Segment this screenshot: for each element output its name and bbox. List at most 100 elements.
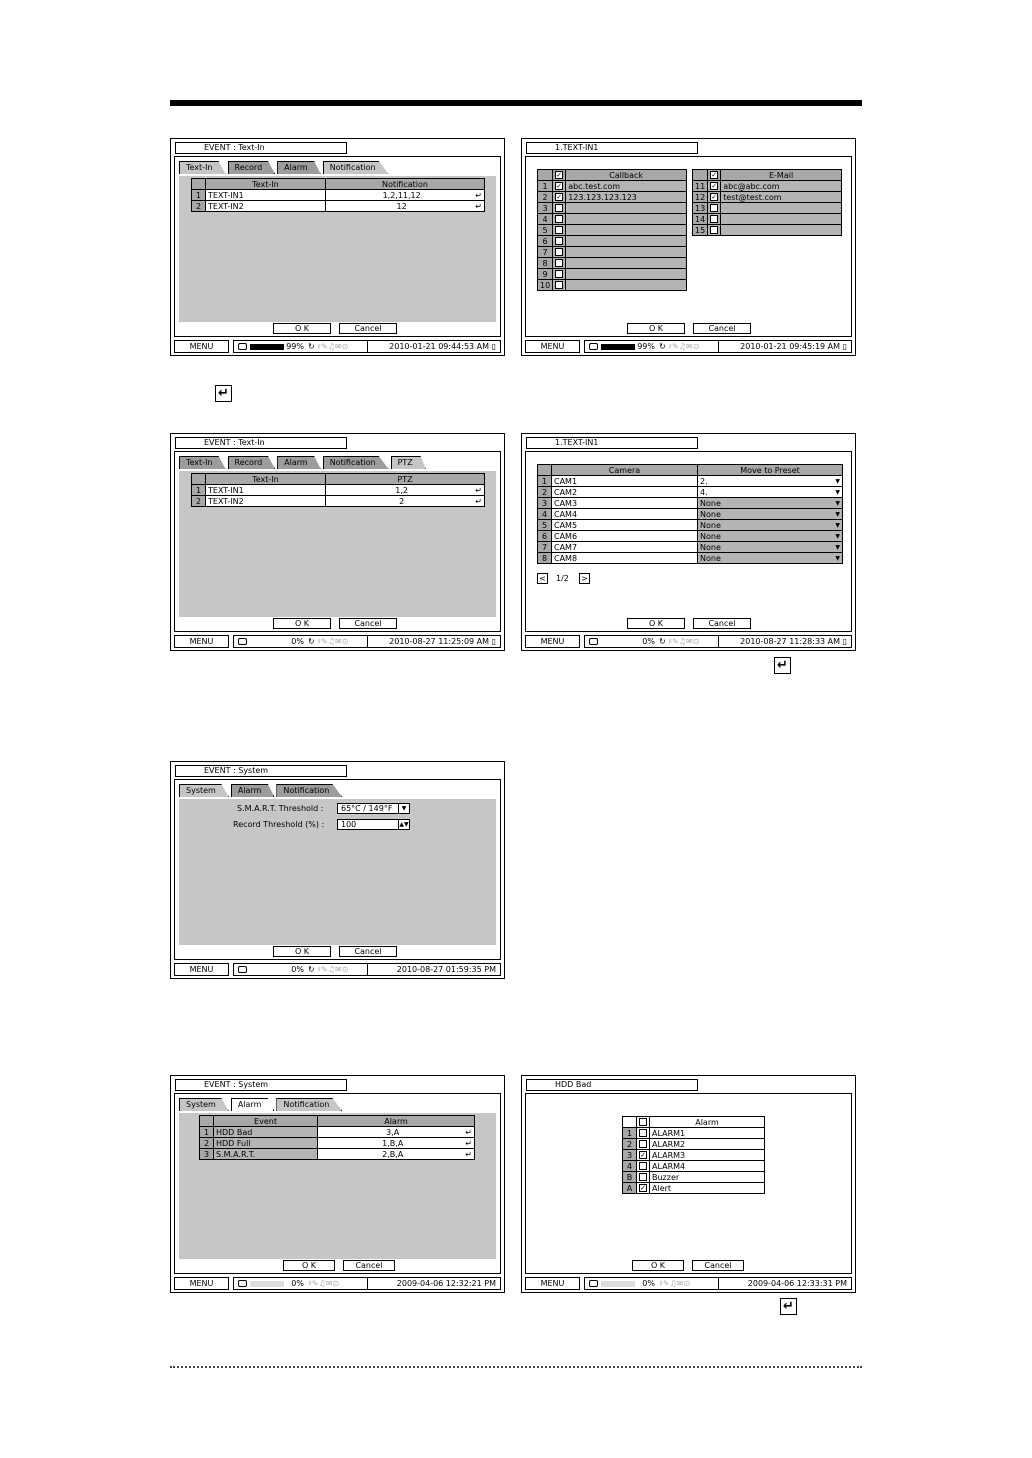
table-row[interactable]: 2 HDD Full 1,B,A ↵ (199, 1137, 475, 1149)
table-row[interactable]: 6 CAM6 None ▼ (537, 530, 843, 542)
select-all-checkbox-cell[interactable]: ✓ (552, 169, 567, 181)
table-row[interactable]: 4 CAM4 None ▼ (537, 508, 843, 520)
tab-ptz[interactable]: PTZ (390, 456, 426, 469)
table-row[interactable]: 1 TEXT-IN1 1,2 ↵ (191, 484, 485, 496)
row-checkbox[interactable] (555, 248, 564, 256)
select-all-checkbox-cell[interactable]: ✓ (707, 169, 722, 181)
row-checkbox[interactable]: ✓ (639, 1151, 647, 1159)
table-row[interactable]: 2 TEXT-IN2 12 ↵ (191, 200, 485, 212)
menu-button[interactable]: MENU (525, 340, 580, 353)
select-all-checkbox[interactable] (639, 1118, 647, 1126)
tab-notification[interactable]: Notification (276, 1098, 343, 1111)
menu-button[interactable]: MENU (525, 1277, 580, 1290)
menu-button[interactable]: MENU (174, 1277, 229, 1290)
table-row[interactable]: 1 ✓ abc.test.com (536, 180, 687, 192)
row-notification-cell[interactable]: 12 ↵ (325, 200, 485, 212)
table-row[interactable]: 12 ✓ test@test.com (691, 191, 842, 203)
menu-button[interactable]: MENU (174, 963, 229, 976)
chevron-down-icon[interactable]: ▼ (835, 543, 840, 552)
row-checkbox-cell[interactable] (707, 202, 722, 214)
row-checkbox-cell[interactable]: ✓ (552, 191, 567, 203)
chevron-down-icon[interactable]: ▼ (835, 488, 840, 497)
chevron-down-icon[interactable]: ▼ (835, 521, 840, 530)
enter-icon[interactable]: ↵ (465, 1139, 472, 1148)
cancel-button[interactable]: Cancel (339, 323, 397, 334)
table-row[interactable]: 6 (536, 235, 687, 247)
row-checkbox-cell[interactable] (552, 279, 567, 291)
row-checkbox[interactable] (710, 215, 719, 223)
row-checkbox-cell[interactable] (552, 268, 567, 280)
row-checkbox[interactable] (555, 215, 564, 223)
row-checkbox[interactable] (710, 204, 719, 212)
row-checkbox-cell[interactable] (636, 1138, 650, 1150)
row-checkbox[interactable] (555, 281, 564, 289)
chevron-down-icon[interactable]: ▼ (835, 477, 840, 486)
table-row[interactable]: 7 CAM7 None ▼ (537, 541, 843, 553)
row-preset-select[interactable]: None ▼ (697, 508, 843, 520)
table-row[interactable]: 4 (536, 213, 687, 225)
enter-icon[interactable]: ↵ (465, 1150, 472, 1159)
row-alarm-cell[interactable]: 3,A ↵ (317, 1126, 475, 1138)
cancel-button[interactable]: Cancel (339, 618, 397, 629)
row-preset-select[interactable]: None ▼ (697, 497, 843, 509)
row-preset-select[interactable]: None ▼ (697, 552, 843, 564)
row-checkbox-cell[interactable] (707, 224, 722, 236)
row-checkbox-cell[interactable] (552, 246, 567, 258)
row-checkbox-cell[interactable]: ✓ (707, 191, 722, 203)
row-checkbox[interactable]: ✓ (639, 1184, 647, 1192)
ok-button[interactable]: O K (273, 323, 331, 334)
table-row[interactable]: 2 CAM2 4. ▼ (537, 486, 843, 498)
enter-icon[interactable]: ↵ (475, 191, 482, 200)
menu-button[interactable]: MENU (525, 635, 580, 648)
row-ptz-cell[interactable]: 2 ↵ (325, 495, 485, 507)
table-row[interactable]: 11 ✓ abc@abc.com (691, 180, 842, 192)
cancel-button[interactable]: Cancel (339, 946, 397, 957)
tab-alarm[interactable]: Alarm (277, 456, 321, 469)
table-row[interactable]: 8 (536, 257, 687, 269)
table-row[interactable]: 15 (691, 224, 842, 236)
select-all-checkbox[interactable]: ✓ (710, 171, 719, 179)
table-row[interactable]: 5 CAM5 None ▼ (537, 519, 843, 531)
tab-text-in[interactable]: Text-In (179, 161, 226, 174)
prev-page-button[interactable]: < (537, 573, 548, 584)
row-notification-cell[interactable]: 1,2,11,12 ↵ (325, 189, 485, 201)
row-ptz-cell[interactable]: 1,2 ↵ (325, 484, 485, 496)
enter-icon[interactable]: ↵ (475, 202, 482, 211)
table-row[interactable]: 8 CAM8 None ▼ (537, 552, 843, 564)
row-checkbox-cell[interactable] (707, 213, 722, 225)
chevron-down-icon[interactable]: ▼ (398, 804, 409, 813)
tab-notification[interactable]: Notification (322, 456, 389, 469)
ok-button[interactable]: O K (627, 323, 685, 334)
smart-threshold-select[interactable]: 65°C / 149°F ▼ (337, 803, 410, 814)
stepper-arrows-icon[interactable]: ▲▼ (398, 820, 409, 829)
cancel-button[interactable]: Cancel (693, 618, 751, 629)
row-checkbox[interactable] (639, 1173, 647, 1181)
row-checkbox[interactable]: ✓ (555, 193, 564, 201)
chevron-down-icon[interactable]: ▼ (835, 510, 840, 519)
table-row[interactable]: A ✓ Alert (622, 1182, 765, 1194)
row-checkbox-cell[interactable] (636, 1171, 650, 1183)
row-checkbox[interactable] (555, 226, 564, 234)
chevron-down-icon[interactable]: ▼ (835, 532, 840, 541)
tab-alarm[interactable]: Alarm (277, 161, 321, 174)
tab-alarm[interactable]: Alarm (230, 784, 275, 797)
table-row[interactable]: 3 (536, 202, 687, 214)
row-checkbox[interactable] (639, 1129, 647, 1137)
cancel-button[interactable]: Cancel (343, 1260, 395, 1271)
table-row[interactable]: 1 TEXT-IN1 1,2,11,12 ↵ (191, 189, 485, 201)
tab-system[interactable]: System (179, 784, 229, 797)
tab-system[interactable]: System (179, 1098, 229, 1111)
enter-icon[interactable]: ↵ (475, 497, 482, 506)
tab-record[interactable]: Record (227, 456, 276, 469)
ok-button[interactable]: O K (627, 618, 685, 629)
row-checkbox[interactable]: ✓ (710, 193, 719, 201)
enter-icon[interactable]: ↵ (465, 1128, 472, 1137)
table-row[interactable]: B Buzzer (622, 1171, 765, 1183)
table-row[interactable]: 3 ✓ ALARM3 (622, 1149, 765, 1161)
row-checkbox[interactable] (639, 1140, 647, 1148)
table-row[interactable]: 2 TEXT-IN2 2 ↵ (191, 495, 485, 507)
table-row[interactable]: 1 CAM1 2. ▼ (537, 475, 843, 487)
row-checkbox-cell[interactable] (636, 1160, 650, 1172)
table-row[interactable]: 3 CAM3 None ▼ (537, 497, 843, 509)
row-checkbox[interactable] (555, 259, 564, 267)
